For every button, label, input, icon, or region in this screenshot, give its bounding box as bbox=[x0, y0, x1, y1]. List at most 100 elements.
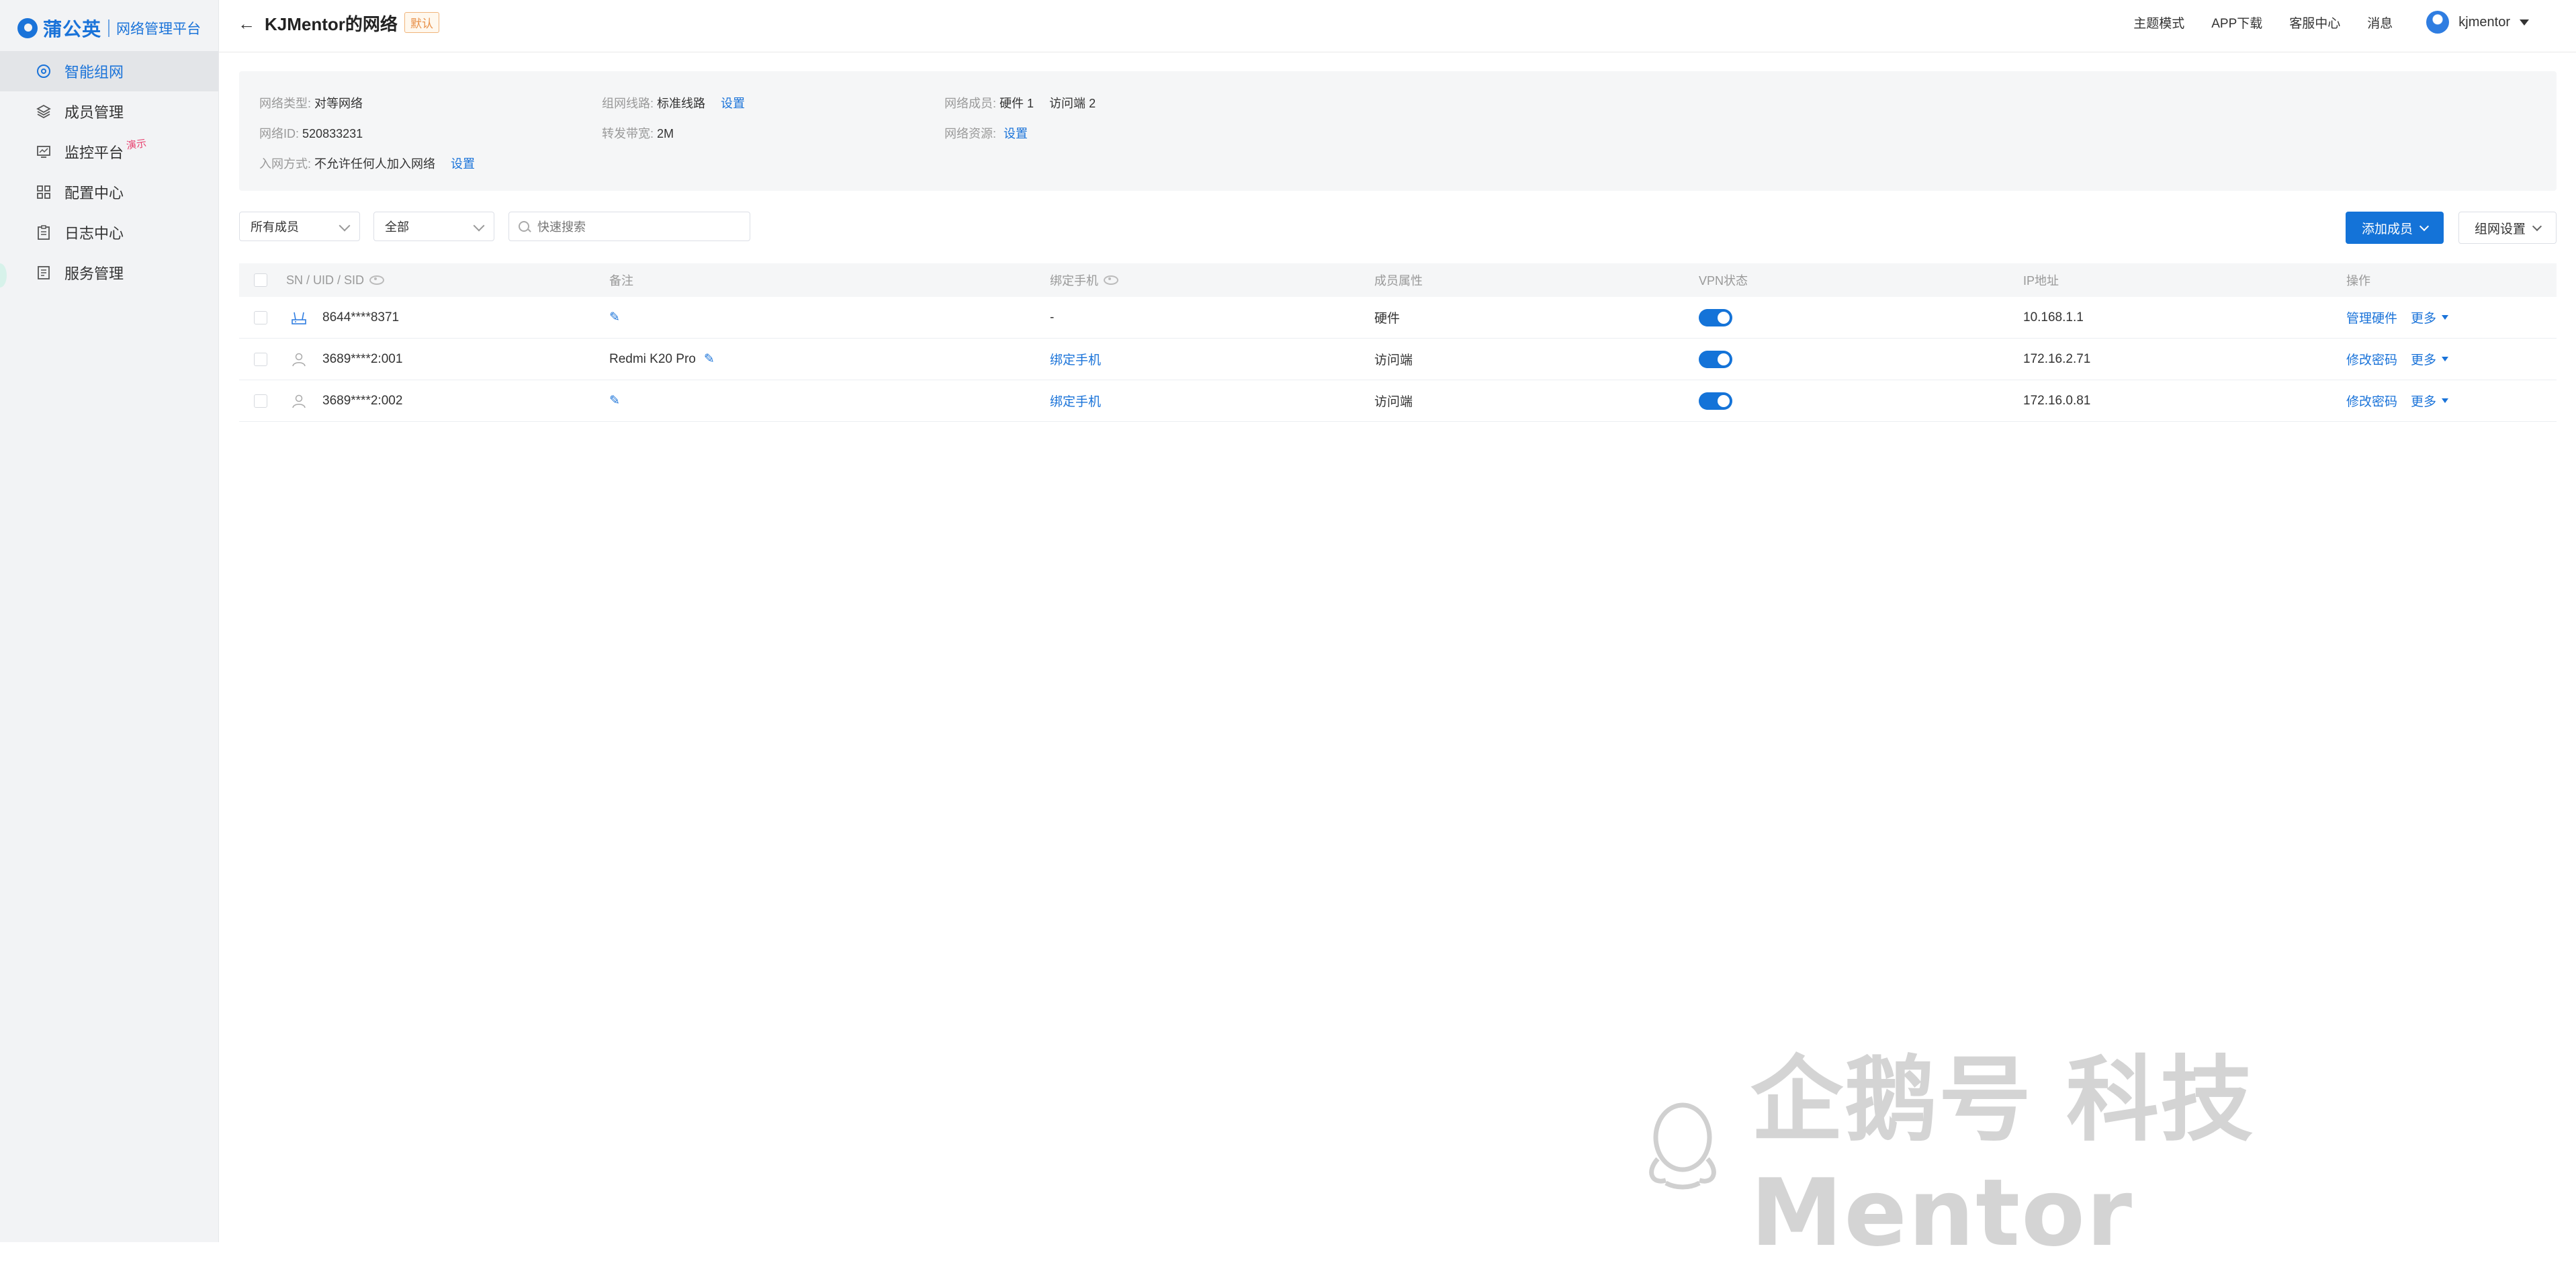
eye-icon[interactable] bbox=[1104, 275, 1118, 285]
row-phone-cell: 绑定手机 bbox=[1050, 380, 1101, 421]
sidebar: 蒲公英 网络管理平台 智能组网 成员管理 监控平台 演示 配置中心 日志中心 服… bbox=[0, 0, 219, 1242]
row-attr: 访问端 bbox=[1374, 395, 1413, 409]
sidebar-item-config[interactable]: 配置中心 bbox=[0, 172, 218, 212]
router-icon bbox=[290, 309, 308, 326]
edit-pencil-icon[interactable]: ✎ bbox=[704, 351, 715, 367]
more-dropdown[interactable]: 更多 bbox=[2411, 308, 2449, 326]
table-row: 8644****8371 ✎ - 硬件 10.168.1.1 管理硬件 更多 bbox=[239, 297, 2557, 339]
back-arrow-icon[interactable]: ← bbox=[238, 13, 255, 34]
document-icon bbox=[36, 265, 51, 280]
search-input[interactable] bbox=[536, 218, 740, 236]
row-checkbox[interactable] bbox=[254, 352, 267, 366]
network-settings-button[interactable]: 组网设置 bbox=[2458, 212, 2557, 244]
vpn-toggle[interactable] bbox=[1699, 308, 1732, 326]
member-filter-value: 所有成员 bbox=[251, 220, 299, 234]
row-vpn-cell bbox=[1699, 380, 1732, 421]
more-label: 更多 bbox=[2411, 395, 2437, 409]
caret-down-icon bbox=[2442, 315, 2449, 320]
caret-down-icon bbox=[2520, 19, 2529, 26]
row-attr: 访问端 bbox=[1374, 353, 1413, 367]
type-filter-value: 全部 bbox=[385, 220, 409, 234]
grid-icon bbox=[36, 185, 51, 200]
sidebar-item-label: 服务管理 bbox=[64, 265, 124, 282]
more-label: 更多 bbox=[2411, 312, 2437, 326]
network-settings-label: 组网设置 bbox=[2474, 222, 2526, 236]
row-ip-cell: 172.16.2.71 bbox=[2023, 339, 2090, 380]
sidebar-item-logs[interactable]: 日志中心 bbox=[0, 212, 218, 253]
more-label: 更多 bbox=[2411, 353, 2437, 367]
change-password-link[interactable]: 修改密码 bbox=[2346, 392, 2397, 410]
sidebar-item-label: 成员管理 bbox=[64, 104, 124, 121]
vpn-toggle[interactable] bbox=[1699, 392, 1732, 410]
row-attr-cell: 访问端 bbox=[1374, 339, 1413, 380]
header-sn-label: SN / UID / SID bbox=[286, 273, 365, 287]
route-line-settings-link[interactable]: 设置 bbox=[721, 97, 745, 110]
row-note: Redmi K20 Pro bbox=[609, 351, 696, 366]
row-ip: 172.16.2.71 bbox=[2023, 351, 2091, 366]
top-links: 主题模式 APP下载 客服中心 消息 kjmentor bbox=[2106, 0, 2529, 44]
edit-pencil-icon[interactable]: ✎ bbox=[609, 310, 620, 325]
brand-name: 蒲公英 bbox=[43, 19, 102, 40]
network-members-label: 网络成员: bbox=[944, 97, 997, 110]
chevron-down-icon bbox=[2532, 221, 2542, 231]
messages-link[interactable]: 消息 bbox=[2367, 13, 2393, 32]
route-line-value: 标准线路 bbox=[657, 97, 706, 110]
more-dropdown[interactable]: 更多 bbox=[2411, 392, 2449, 410]
row-attr-cell: 硬件 bbox=[1374, 297, 1400, 338]
row-ip: 10.168.1.1 bbox=[2023, 310, 2084, 324]
eye-icon[interactable] bbox=[369, 275, 385, 285]
watermark: 企鹅号 科技Mentor bbox=[1639, 1046, 2576, 1267]
demo-badge: 演示 bbox=[126, 137, 148, 152]
table-header: SN / UID / SID 备注 绑定手机 成员属性 VPN状态 IP地址 操… bbox=[239, 263, 2557, 297]
row-note-cell: ✎ bbox=[609, 380, 620, 421]
select-all-checkbox[interactable] bbox=[254, 273, 267, 287]
row-attr: 硬件 bbox=[1374, 312, 1401, 326]
manage-hardware-link[interactable]: 管理硬件 bbox=[2346, 308, 2397, 326]
row-checkbox[interactable] bbox=[254, 310, 267, 324]
bind-phone-link[interactable]: 绑定手机 bbox=[1050, 350, 1101, 368]
type-filter-select[interactable]: 全部 bbox=[373, 212, 494, 241]
app-download-link[interactable]: APP下载 bbox=[2211, 13, 2262, 32]
support-center-link[interactable]: 客服中心 bbox=[2289, 13, 2340, 32]
theme-mode-link[interactable]: 主题模式 bbox=[2133, 13, 2184, 32]
row-sn-cell: 3689****2:001 bbox=[290, 339, 402, 380]
network-type-value: 对等网络 bbox=[314, 97, 363, 110]
network-type: 网络类型: 对等网络 bbox=[259, 94, 363, 112]
row-ops-cell: 修改密码 更多 bbox=[2346, 339, 2449, 380]
network-info-panel: 网络类型: 对等网络 网络ID: 520833231 入网方式: 不允许任何人加… bbox=[239, 71, 2557, 191]
sidebar-item-smart-network[interactable]: 智能组网 bbox=[0, 51, 218, 91]
edit-pencil-icon[interactable]: ✎ bbox=[609, 393, 620, 408]
bind-phone-link[interactable]: 绑定手机 bbox=[1050, 392, 1101, 410]
route-line-label: 组网线路: bbox=[602, 97, 654, 110]
network-type-label: 网络类型: bbox=[259, 97, 312, 110]
network-id-label: 网络ID: bbox=[259, 127, 300, 140]
caret-down-icon bbox=[2442, 357, 2449, 361]
bandwidth: 转发带宽: 2M bbox=[602, 124, 674, 142]
network-resources-label: 网络资源: bbox=[944, 127, 997, 140]
vpn-toggle[interactable] bbox=[1699, 350, 1732, 368]
row-vpn-cell bbox=[1699, 339, 1732, 380]
row-sn: 3689****2:002 bbox=[322, 393, 403, 408]
header-phone-label: 绑定手机 bbox=[1050, 274, 1098, 288]
members-table: SN / UID / SID 备注 绑定手机 成员属性 VPN状态 IP地址 操… bbox=[239, 263, 2557, 422]
row-ops-cell: 管理硬件 更多 bbox=[2346, 297, 2449, 338]
join-method-settings-link[interactable]: 设置 bbox=[451, 157, 475, 171]
member-filter-select[interactable]: 所有成员 bbox=[239, 212, 360, 241]
network-resources-settings-link[interactable]: 设置 bbox=[1004, 127, 1028, 140]
sidebar-item-services[interactable]: 服务管理 bbox=[0, 253, 218, 293]
change-password-link[interactable]: 修改密码 bbox=[2346, 350, 2397, 368]
route-line: 组网线路: 标准线路 设置 bbox=[602, 94, 745, 112]
brand-logo[interactable]: 蒲公英 网络管理平台 bbox=[17, 12, 201, 44]
table-row: 3689****2:002 ✎ 绑定手机 访问端 172.16.0.81 修改密… bbox=[239, 380, 2557, 422]
members-hardware-count: 硬件 1 bbox=[1000, 97, 1034, 110]
add-member-button[interactable]: 添加成员 bbox=[2346, 212, 2444, 244]
user-menu[interactable]: kjmentor bbox=[2426, 11, 2529, 34]
user-icon bbox=[290, 392, 308, 410]
chevron-down-icon bbox=[473, 220, 485, 232]
row-checkbox[interactable] bbox=[254, 394, 267, 408]
more-dropdown[interactable]: 更多 bbox=[2411, 350, 2449, 368]
sidebar-item-monitor[interactable]: 监控平台 演示 bbox=[0, 132, 218, 172]
sidebar-item-members[interactable]: 成员管理 bbox=[0, 91, 218, 132]
top-header: ← KJMentor的网络 默认 主题模式 APP下载 客服中心 消息 kjme… bbox=[219, 0, 2576, 52]
search-box bbox=[508, 212, 750, 241]
